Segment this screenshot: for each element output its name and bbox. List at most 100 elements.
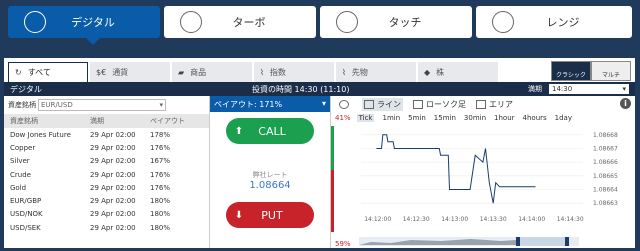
trend-icon <box>492 11 514 33</box>
classic-view-button[interactable]: クラシック <box>551 61 591 81</box>
table-row[interactable]: USD/NOK 29 Apr 02:00 180% <box>4 208 209 221</box>
asset-expiry: 29 Apr 02:00 <box>90 157 136 166</box>
table-row[interactable]: EUR/GBP 29 Apr 02:00 180% <box>4 194 209 207</box>
asset-expiry: 29 Apr 02:00 <box>90 197 136 206</box>
asset-table-header: 資産銘柄 満期 ペイアウト <box>4 114 209 128</box>
call-label: CALL <box>258 124 286 138</box>
asset-name: Crude <box>10 170 31 179</box>
asset-expiry: 29 Apr 02:00 <box>90 130 136 139</box>
asset-payout: 176% <box>150 143 171 152</box>
asset-expiry: 29 Apr 02:00 <box>90 143 136 152</box>
payout-select[interactable]: ペイアウト: 171% <box>210 96 330 112</box>
col-expiry[interactable]: 満期 <box>90 116 150 126</box>
rate-value: 1.08664 <box>249 180 291 191</box>
y-tick-label: 1.08663 <box>593 200 618 207</box>
crosshair-icon <box>336 11 358 33</box>
table-row[interactable]: Gold 29 Apr 02:00 176% <box>4 181 209 194</box>
asset-filter-select[interactable]: EUR/USD <box>38 99 166 111</box>
x-tick-label: 14:13:30 <box>480 216 507 223</box>
area-chart-button[interactable]: エリア <box>476 99 513 110</box>
multi-view-button[interactable]: マルチ <box>591 61 631 81</box>
category-tab-futures[interactable]: ⌇ 先物 <box>336 62 416 82</box>
navigator-right-handle[interactable] <box>565 237 569 246</box>
timeframe-15min[interactable]: 15min <box>434 114 456 122</box>
trading-panel: ↻ すべて $€ 通貨 ▰ 商品 ⌇ 指数 ⌇ 先物 ◆ 株 クラシック マルチ… <box>4 58 635 248</box>
category-tab-label: 商品 <box>190 67 207 77</box>
active-pointer <box>86 38 100 45</box>
table-row[interactable]: USD/SEK 29 Apr 02:00 180% <box>4 221 209 234</box>
put-button[interactable]: ⬇ PUT <box>226 202 314 228</box>
view-toggle: クラシック マルチ <box>551 61 631 81</box>
invest-time: 投資の時間 14:30 (11:10) <box>252 85 350 94</box>
asset-payout: 180% <box>150 197 171 206</box>
table-row[interactable]: Copper 29 Apr 02:00 176% <box>4 141 209 154</box>
timeframe-4hours[interactable]: 4hours <box>523 114 547 122</box>
mode-title: デジタル <box>10 85 42 94</box>
col-asset[interactable]: 資産銘柄 <box>4 116 90 126</box>
chart-area: ライン ローソク足 エリア i 41% Tick 1min 5min 15min… <box>330 96 635 248</box>
timeframe-1min[interactable]: 1min <box>382 114 400 122</box>
expiry-select[interactable]: 14:30 <box>549 84 629 94</box>
category-tab-currency[interactable]: $€ 通貨 <box>90 62 170 82</box>
asset-name: USD/NOK <box>10 210 43 219</box>
timeframe-5min[interactable]: 5min <box>408 114 426 122</box>
gold-bars-icon: ▰ <box>178 67 185 77</box>
chart-settings-button[interactable] <box>339 99 352 109</box>
table-row[interactable]: Crude 29 Apr 02:00 176% <box>4 168 209 181</box>
asset-payout: 180% <box>150 210 171 219</box>
timeframe-bar: 41% Tick 1min 5min 15min 30min 1hour 4ho… <box>331 112 635 124</box>
put-label: PUT <box>261 208 283 222</box>
asset-payout: 180% <box>150 223 171 232</box>
x-tick-label: 14:14:30 <box>557 216 584 223</box>
asset-filter: 資産銘柄 EUR/USD <box>4 96 209 114</box>
call-button[interactable]: ⬆ CALL <box>226 118 314 144</box>
category-tab-commodity[interactable]: ▰ 商品 <box>172 62 252 82</box>
y-tick-label: 1.08667 <box>593 146 618 153</box>
timeframe-1hour[interactable]: 1hour <box>494 114 515 122</box>
category-tab-label: 指数 <box>269 67 286 77</box>
table-row[interactable]: Dow Jones Future 29 Apr 02:00 178% <box>4 128 209 141</box>
mode-tab-turbo[interactable]: ターボ <box>164 6 316 38</box>
category-tab-label: 株 <box>436 67 445 77</box>
asset-name: Dow Jones Future <box>10 130 71 139</box>
asset-name: Copper <box>10 143 36 152</box>
mode-tab-label: ターボ <box>232 16 266 29</box>
asset-expiry: 29 Apr 02:00 <box>90 223 136 232</box>
navigator-window[interactable] <box>520 237 565 246</box>
category-bar: ↻ すべて $€ 通貨 ▰ 商品 ⌇ 指数 ⌇ 先物 ◆ 株 クラシック マルチ <box>4 58 635 82</box>
category-tab-index[interactable]: ⌇ 指数 <box>254 62 334 82</box>
navigator-left-handle[interactable] <box>516 237 520 246</box>
x-tick-label: 14:13:00 <box>441 216 468 223</box>
table-row[interactable]: Silver 29 Apr 02:00 167% <box>4 155 209 168</box>
col-payout[interactable]: ペイアウト <box>150 116 200 126</box>
asset-name: Silver <box>10 157 30 166</box>
y-tick-label: 1.08664 <box>593 187 618 194</box>
info-icon[interactable]: i <box>620 98 631 109</box>
mode-tab-range[interactable]: レンジ <box>476 6 632 38</box>
mode-tab-touch[interactable]: タッチ <box>320 6 472 38</box>
asset-expiry: 29 Apr 02:00 <box>90 183 136 192</box>
asset-payout: 176% <box>150 170 171 179</box>
category-tab-stocks[interactable]: ◆ 株 <box>418 62 498 82</box>
price-chart: 14:12:00 14:12:30 14:13:00 14:13:30 14:14:00… <box>331 126 618 246</box>
mode-tab-label: レンジ <box>546 16 580 29</box>
x-tick-label: 14:12:00 <box>364 216 391 223</box>
timeframe-tick[interactable]: Tick <box>356 114 375 122</box>
call-percent: 41% <box>335 114 351 122</box>
asset-name: USD/SEK <box>10 223 41 232</box>
candlestick-button[interactable]: ローソク足 <box>413 99 466 110</box>
area-chart-icon <box>476 99 486 109</box>
timeframe-30min[interactable]: 30min <box>464 114 486 122</box>
chart-toolbar: ライン ローソク足 エリア i <box>331 96 635 112</box>
timeframe-1day[interactable]: 1day <box>555 114 572 122</box>
line-chart-button[interactable]: ライン <box>362 97 403 111</box>
target-icon <box>24 11 46 33</box>
asset-name: EUR/GBP <box>10 197 42 206</box>
category-tab-label: 通貨 <box>112 67 129 77</box>
category-tab-all[interactable]: ↻ すべて <box>8 62 88 82</box>
category-tab-label: すべて <box>27 68 51 77</box>
expiry-label: 満期 <box>528 85 542 93</box>
mode-tab-digital[interactable]: デジタル <box>8 6 160 45</box>
mode-tab-label: デジタル <box>71 16 115 29</box>
stopwatch-icon <box>180 11 202 33</box>
